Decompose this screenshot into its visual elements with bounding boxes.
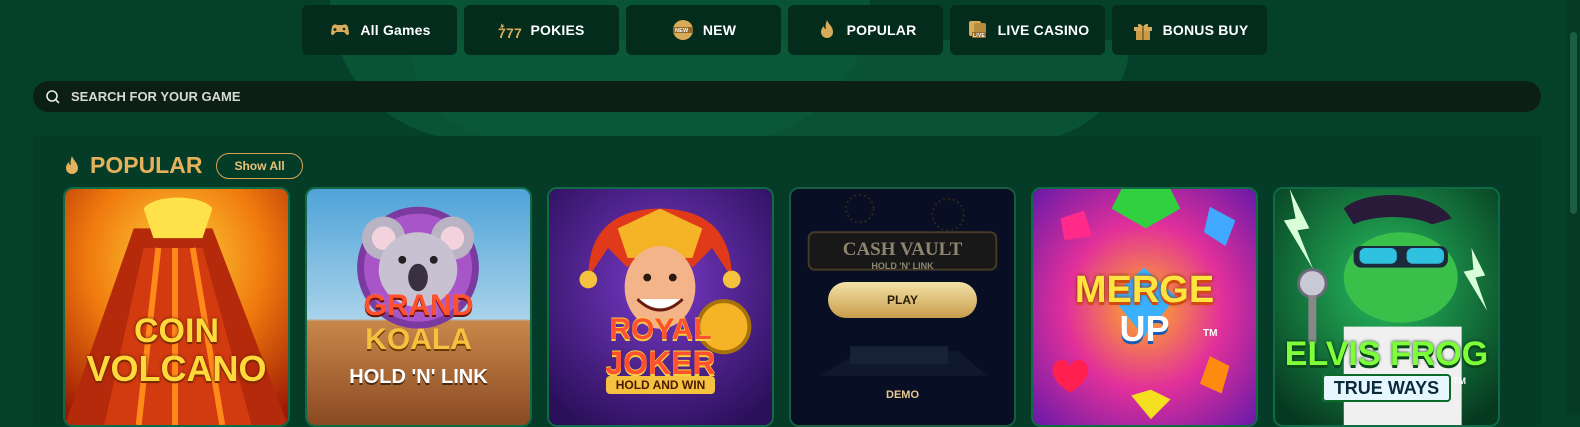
game-card-cash-vault[interactable]: CASH VAULT HOLD 'N' LINK PLAY DEMO [789,187,1016,427]
tab-label: All Games [360,22,431,38]
tab-pokies[interactable]: 777 POKIES [464,5,619,55]
flame-icon [820,20,833,38]
tab-bonus-buy[interactable]: BONUS BUY [1112,5,1267,55]
svg-text:777: 777 [498,25,522,41]
game-logo-line2: VOLCANO [86,348,267,389]
scrollbar-thumb[interactable] [1570,32,1577,214]
game-logo-line1: GRAND [363,289,474,322]
gift-icon [1133,23,1152,40]
game-logo-line1: ROYAL [609,313,712,346]
trademark-mark: TM [1203,328,1218,339]
game-logo-line3: HOLD AND WIN [549,376,772,394]
flame-icon [66,155,78,174]
tab-label: POPULAR [846,22,917,38]
game-logo-line2: KOALA [365,323,472,356]
game-logo-line2: UP [1119,308,1170,349]
show-all-button[interactable]: Show All [216,152,303,179]
search-input[interactable] [69,88,1541,105]
new-badge-icon: NEW [672,20,693,40]
search-icon [46,89,60,104]
game-logo-line2: JOKER [605,345,716,381]
game-subtitle-badge: HOLD AND WIN [605,376,716,394]
game-card-elvis-frog[interactable]: ELVIS FROG TRUE WAYS TM [1273,187,1500,427]
svg-text:NEW: NEW [675,28,689,34]
tab-label: NEW [702,22,737,38]
game-logo-line1: ELVIS FROG [1284,335,1489,373]
play-button[interactable]: PLAY [828,282,977,318]
game-card-royal-joker[interactable]: ROYAL JOKER HOLD AND WIN [547,187,774,427]
category-tabs: All Games 777 POKIES NEW NEW POPULAR LIV… [302,5,1267,55]
game-card-coin-volcano[interactable]: COIN VOLCANO [63,187,290,427]
tab-label: POKIES [530,22,585,38]
demo-link[interactable]: DEMO [791,389,1014,401]
gamepad-icon [331,24,350,36]
tab-new[interactable]: NEW NEW [626,5,781,55]
game-card-merge-up[interactable]: MERGE UP TM [1031,187,1258,427]
search-bar [33,81,1541,112]
tab-label: BONUS BUY [1162,22,1249,38]
tab-label: LIVE CASINO [997,22,1090,38]
game-logo-line3: HOLD 'N' LINK [349,366,488,388]
trademark-mark: TM [1453,376,1466,386]
tab-popular[interactable]: POPULAR [788,5,943,55]
tab-all-games[interactable]: All Games [302,5,457,55]
coin-volcano-artwork [65,189,288,425]
game-card-grand-koala[interactable]: GRAND KOALA HOLD 'N' LINK [305,187,532,427]
tab-live-casino[interactable]: LIVE LIVE CASINO [950,5,1105,55]
game-subtitle-badge: TRUE WAYS [1321,374,1452,402]
game-logo-line1: CASH VAULT [842,239,963,260]
game-card-row: COIN VOLCANO GRAND KOALA HOLD 'N' LINK R… [63,187,1500,427]
slot-777-icon: 777 [498,23,522,41]
section-title: POPULAR [90,152,203,178]
game-logo-line1: COIN [134,312,219,350]
svg-text:LIVE: LIVE [973,33,985,39]
game-logo-line1: MERGE [1074,269,1215,311]
popular-section-header: POPULAR Show All [64,152,303,179]
game-logo-line2: HOLD 'N' LINK [871,261,934,271]
live-cards-icon: LIVE [968,21,986,39]
